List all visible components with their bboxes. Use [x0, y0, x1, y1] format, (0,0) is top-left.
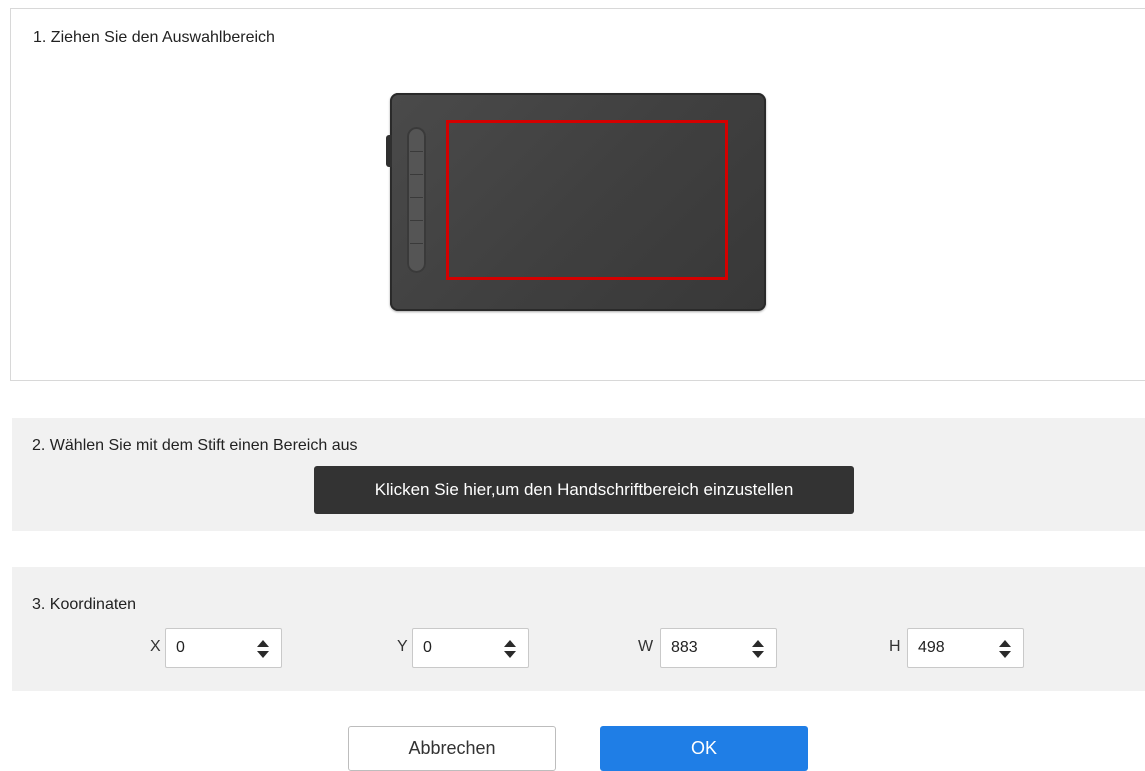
x-spinbox[interactable]: [165, 628, 282, 668]
section1-title: 1. Ziehen Sie den Auswahlbereich: [33, 29, 275, 46]
section2-title: 2. Wählen Sie mit dem Stift einen Bereic…: [32, 437, 358, 454]
key-divider: [410, 220, 423, 221]
key-divider: [410, 243, 423, 244]
h-label: H: [889, 638, 901, 655]
up-down-arrows-icon[interactable]: [752, 640, 764, 658]
key-divider: [410, 151, 423, 152]
y-spinbox[interactable]: [412, 628, 529, 668]
y-label: Y: [397, 638, 408, 655]
tablet-side-tab: [386, 135, 392, 167]
x-label: X: [150, 638, 161, 655]
set-handwriting-area-button[interactable]: Klicken Sie hier,um den Handschriftberei…: [314, 466, 854, 514]
section3-title: 3. Koordinaten: [32, 596, 137, 613]
w-label: W: [638, 638, 654, 655]
w-input[interactable]: [661, 629, 741, 667]
up-down-arrows-icon[interactable]: [999, 640, 1011, 658]
w-spinbox[interactable]: [660, 628, 777, 668]
cancel-button[interactable]: Abbrechen: [348, 726, 556, 771]
h-spinbox[interactable]: [907, 628, 1024, 668]
key-divider: [410, 174, 423, 175]
y-input[interactable]: [413, 629, 493, 667]
pen-select-panel: 2. Wählen Sie mit dem Stift einen Bereic…: [12, 418, 1145, 531]
key-divider: [410, 197, 423, 198]
h-input[interactable]: [908, 629, 988, 667]
express-keys-bar: [407, 127, 426, 273]
selection-area-panel: 1. Ziehen Sie den Auswahlbereich: [10, 8, 1145, 381]
coordinates-panel: 3. Koordinaten X Y W H: [12, 567, 1145, 691]
up-down-arrows-icon[interactable]: [257, 640, 269, 658]
ok-button[interactable]: OK: [600, 726, 808, 771]
pen-tablet-illustration: [386, 93, 766, 311]
up-down-arrows-icon[interactable]: [504, 640, 516, 658]
x-input[interactable]: [166, 629, 246, 667]
active-area-selection[interactable]: [446, 120, 728, 280]
